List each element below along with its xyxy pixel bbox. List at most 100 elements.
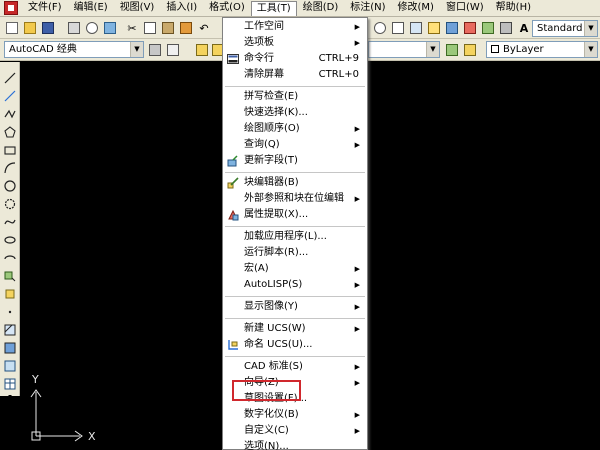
menu-item-load-application[interactable]: 加载应用程序(L)... [223, 229, 367, 245]
tool-palettes-icon[interactable] [462, 20, 478, 36]
zoom-previous-icon[interactable] [408, 20, 424, 36]
point-icon[interactable] [2, 304, 18, 320]
cut-icon[interactable]: ✂ [124, 20, 140, 36]
print-icon[interactable] [66, 20, 82, 36]
menu-item-display-image[interactable]: 显示图像(Y) ▶ [223, 299, 367, 315]
save-icon[interactable] [40, 20, 56, 36]
menu-item-xref-edit[interactable]: 外部参照和块在位编辑 ▶ [223, 191, 367, 207]
properties-icon[interactable] [426, 20, 442, 36]
menu-edit[interactable]: 编辑(E) [68, 0, 114, 16]
ellipse-icon[interactable] [2, 232, 18, 248]
update-field-icon [227, 155, 238, 167]
match-properties-icon[interactable] [178, 20, 194, 36]
menu-separator [225, 226, 365, 227]
submenu-arrow-icon: ▶ [354, 363, 360, 371]
menu-tools[interactable]: 工具(T) [250, 0, 297, 16]
make-block-icon[interactable] [2, 286, 18, 302]
menu-window[interactable]: 窗口(W) [440, 0, 490, 16]
workspace-combo[interactable]: AutoCAD 经典 ▼ [4, 41, 144, 58]
chevron-down-icon[interactable]: ▼ [584, 21, 597, 36]
menu-item-autolisp[interactable]: AutoLISP(S) ▶ [223, 277, 367, 293]
menu-item-spelling[interactable]: 拼写检查(E) [223, 89, 367, 105]
menu-item-customize[interactable]: 自定义(C) ▶ [223, 423, 367, 439]
my-workspace-icon[interactable] [165, 42, 181, 58]
autocad-logo-icon[interactable] [4, 1, 18, 15]
open-file-icon[interactable] [22, 20, 38, 36]
menu-item-cad-standards[interactable]: CAD 标准(S) ▶ [223, 359, 367, 375]
submenu-arrow-icon: ▶ [354, 265, 360, 273]
menu-format[interactable]: 格式(O) [203, 0, 251, 16]
chevron-down-icon[interactable]: ▼ [584, 42, 597, 57]
design-center-icon[interactable] [444, 20, 460, 36]
table-icon[interactable] [2, 376, 18, 392]
sheet-set-icon[interactable] [480, 20, 496, 36]
submenu-arrow-icon: ▶ [354, 325, 360, 333]
menu-item-new-ucs[interactable]: 新建 UCS(W) ▶ [223, 321, 367, 337]
publish-icon[interactable] [102, 20, 118, 36]
ellipse-arc-icon[interactable] [2, 250, 18, 266]
polygon-icon[interactable] [2, 124, 18, 140]
arc-icon[interactable] [2, 160, 18, 176]
line-icon[interactable] [2, 70, 18, 86]
menu-item-workspaces[interactable]: 工作空间 ▶ [223, 19, 367, 35]
insert-block-icon[interactable] [2, 268, 18, 284]
menu-item-quick-select[interactable]: 快速选择(K)... [223, 105, 367, 121]
calculator-icon[interactable] [498, 20, 514, 36]
layer-manager-icon[interactable] [194, 42, 210, 58]
zoom-realtime-icon[interactable] [372, 20, 388, 36]
menu-help[interactable]: 帮助(H) [490, 0, 537, 16]
workspace-value: AutoCAD 经典 [9, 44, 77, 55]
paste-icon[interactable] [160, 20, 176, 36]
chevron-down-icon[interactable]: ▼ [130, 42, 143, 57]
circle-icon[interactable] [2, 178, 18, 194]
menu-item-named-ucs[interactable]: 命名 UCS(U)... [223, 337, 367, 353]
revision-cloud-icon[interactable] [2, 196, 18, 212]
menu-draw[interactable]: 绘图(D) [297, 0, 345, 16]
submenu-arrow-icon: ▶ [354, 303, 360, 311]
submenu-arrow-icon: ▶ [354, 379, 360, 387]
gradient-icon[interactable] [2, 340, 18, 356]
layer-states-icon[interactable] [462, 42, 478, 58]
submenu-arrow-icon: ▶ [354, 39, 360, 47]
menu-item-inquiry[interactable]: 查询(Q) ▶ [223, 137, 367, 153]
chevron-down-icon[interactable]: ▼ [426, 42, 439, 57]
menu-item-attribute-extract[interactable]: 属性提取(X)... [223, 207, 367, 223]
layer-previous-icon[interactable] [444, 42, 460, 58]
menu-file[interactable]: 文件(F) [22, 0, 68, 16]
multiline-text-icon[interactable]: A [2, 392, 18, 408]
menu-view[interactable]: 视图(V) [114, 0, 161, 16]
menu-item-clean-screen[interactable]: 清除屏幕 CTRL+0 [223, 67, 367, 83]
menu-insert[interactable]: 插入(I) [160, 0, 203, 16]
undo-icon[interactable]: ↶ [196, 20, 212, 36]
workspace-settings-icon[interactable] [147, 42, 163, 58]
submenu-arrow-icon: ▶ [354, 23, 360, 31]
menu-item-update-fields[interactable]: 更新字段(T) [223, 153, 367, 169]
menu-item-palettes[interactable]: 选项板 ▶ [223, 35, 367, 51]
menu-item-run-script[interactable]: 运行脚本(R)... [223, 245, 367, 261]
new-file-icon[interactable] [4, 20, 20, 36]
color-combo[interactable]: ByLayer ▼ [486, 41, 598, 58]
menu-item-draw-order[interactable]: 绘图顺序(O) ▶ [223, 121, 367, 137]
polyline-icon[interactable] [2, 106, 18, 122]
menu-item-macro[interactable]: 宏(A) ▶ [223, 261, 367, 277]
zoom-window-icon[interactable] [390, 20, 406, 36]
hatch-icon[interactable] [2, 322, 18, 338]
block-editor-icon [227, 177, 239, 189]
menu-item-command-line[interactable]: 命令行 CTRL+9 [223, 51, 367, 67]
menu-item-tablet[interactable]: 数字化仪(B) ▶ [223, 407, 367, 423]
submenu-arrow-icon: ▶ [354, 411, 360, 419]
menu-separator [225, 356, 365, 357]
layer-combo[interactable]: ▼ [368, 41, 440, 58]
submenu-arrow-icon: ▶ [354, 427, 360, 435]
plot-preview-icon[interactable] [84, 20, 100, 36]
menu-modify[interactable]: 修改(M) [392, 0, 440, 16]
text-style-combo[interactable]: Standard ▼ [532, 20, 598, 37]
menu-item-options[interactable]: 选项(N)... [223, 439, 367, 450]
spline-icon[interactable] [2, 214, 18, 230]
copy-icon[interactable] [142, 20, 158, 36]
menu-dimension[interactable]: 标注(N) [344, 0, 391, 16]
rectangle-icon[interactable] [2, 142, 18, 158]
menu-item-block-editor[interactable]: 块编辑器(B) [223, 175, 367, 191]
region-icon[interactable] [2, 358, 18, 374]
construction-line-icon[interactable] [2, 88, 18, 104]
